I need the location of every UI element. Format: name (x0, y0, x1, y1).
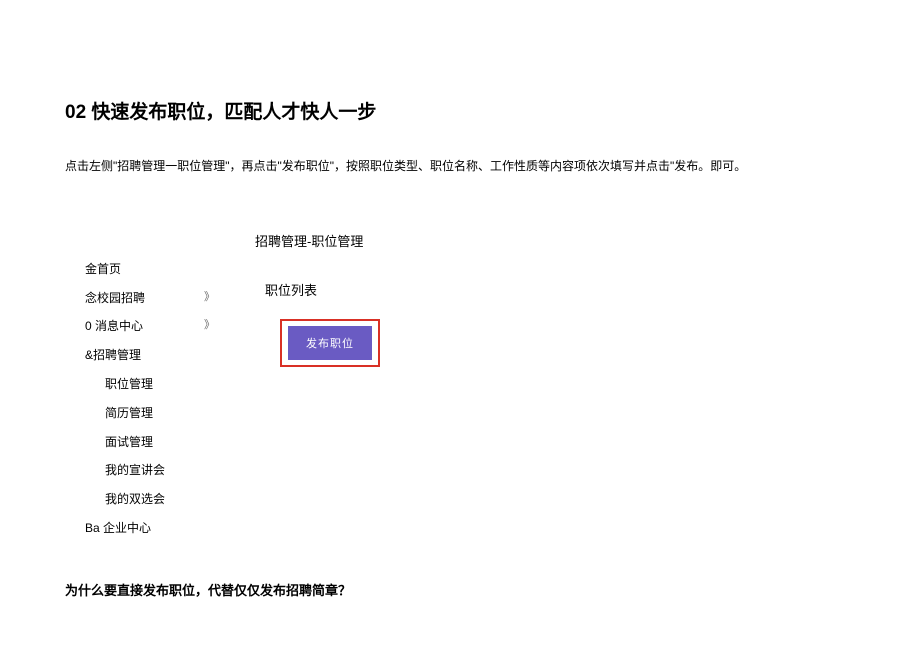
heading-number: 02 (65, 102, 86, 123)
sidebar-item-home[interactable]: 金首页 (85, 255, 225, 284)
sidebar-item-company-center[interactable]: Ba 企业中心 (85, 514, 225, 543)
ui-mock-container: 金首页 念校园招聘 》 0 消息中心 》 &招聘管理 职位管理 简历管理 面试管… (85, 231, 855, 543)
sidebar-item-campus[interactable]: 念校园招聘 》 (85, 284, 225, 313)
highlight-box: 发布职位 (280, 319, 380, 367)
main-panel: 招聘管理-职位管理 职位列表 发布职位 (225, 231, 855, 543)
heading-text: 快速发布职位，匹配人才快人一步 (91, 102, 376, 123)
sidebar-item-recruit[interactable]: &招聘管理 (85, 341, 225, 370)
sidebar-item-label: 我的双选会 (105, 492, 165, 506)
question-text: 为什么要直接发布职位，代替仅仅发布招聘简章？ (65, 581, 855, 601)
section-heading: 02 快速发布职位，匹配人才快人一步 (65, 100, 855, 127)
instruction-text: 点击左侧"招聘管理一职位管理"，再点击"发布职位"，按照职位类型、职位名称、工作… (65, 157, 855, 176)
sidebar-item-resume-mgmt[interactable]: 简历管理 (85, 399, 225, 428)
sidebar-item-position-mgmt[interactable]: 职位管理 (85, 370, 225, 399)
sidebar-item-interview-mgmt[interactable]: 面试管理 (85, 428, 225, 457)
sidebar: 金首页 念校园招聘 》 0 消息中心 》 &招聘管理 职位管理 简历管理 面试管… (85, 231, 225, 543)
sidebar-item-label: 职位管理 (105, 377, 153, 391)
sidebar-item-label: 面试管理 (105, 435, 153, 449)
publish-position-button[interactable]: 发布职位 (288, 326, 372, 360)
sidebar-item-label: 简历管理 (105, 406, 153, 420)
chevron-right-icon: 》 (204, 290, 215, 305)
chevron-right-icon: 》 (204, 318, 215, 333)
sidebar-item-label: 念校园招聘 (85, 291, 145, 305)
sidebar-item-my-doubleselect[interactable]: 我的双选会 (85, 485, 225, 514)
sidebar-item-label: 我的宣讲会 (105, 463, 165, 477)
breadcrumb: 招聘管理-职位管理 (255, 231, 855, 280)
sidebar-item-label: 0 消息中心 (85, 319, 143, 333)
position-list-title: 职位列表 (255, 280, 855, 319)
sidebar-item-my-presentation[interactable]: 我的宣讲会 (85, 456, 225, 485)
sidebar-item-message[interactable]: 0 消息中心 》 (85, 312, 225, 341)
sidebar-item-label: Ba 企业中心 (85, 521, 151, 535)
sidebar-item-label: &招聘管理 (85, 348, 141, 362)
sidebar-item-label: 金首页 (85, 262, 121, 276)
